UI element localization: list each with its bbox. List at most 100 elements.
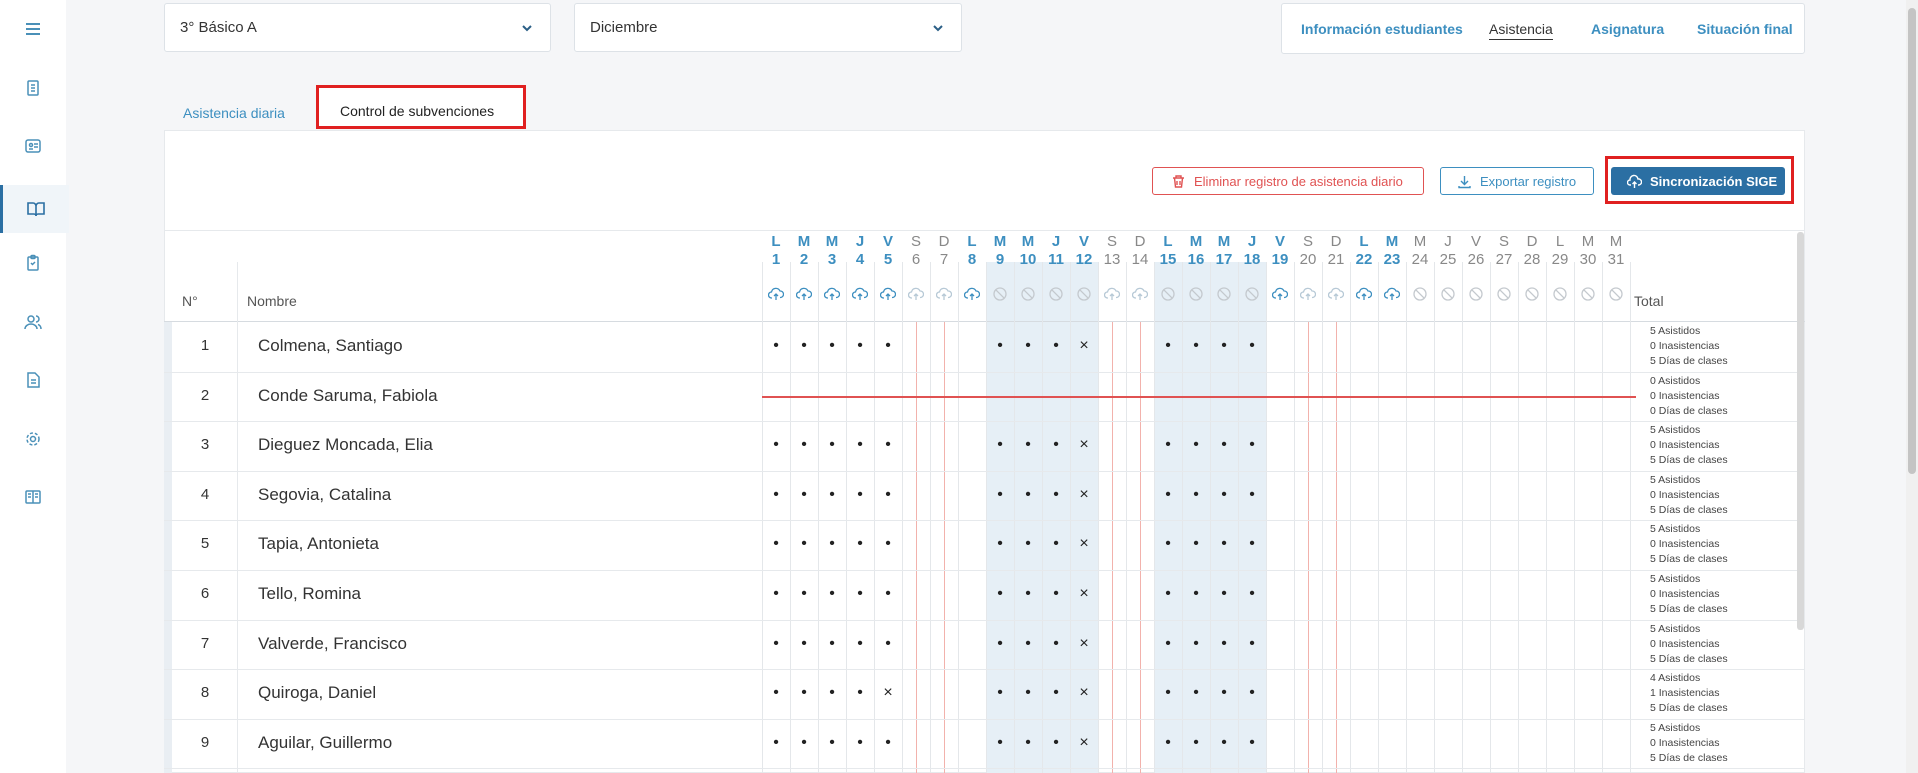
present-mark: • (1053, 486, 1059, 503)
month-select-value: Diciembre (590, 19, 658, 36)
blocked-icon (1609, 287, 1623, 301)
delete-record-button[interactable]: Eliminar registro de asistencia diario (1152, 167, 1424, 195)
present-mark: • (997, 535, 1003, 552)
day-column-border (1322, 262, 1323, 773)
row-total-line: 0 Inasistencias (1650, 439, 1720, 451)
day-header-letter: S (1106, 233, 1117, 250)
present-mark: • (801, 635, 807, 652)
day-header-letter: L (1555, 233, 1565, 250)
row-number: 4 (200, 486, 210, 503)
blocked-icon (1441, 287, 1455, 301)
day-column-border (1630, 262, 1631, 773)
cloud-upload-icon[interactable] (852, 286, 868, 302)
cloud-upload-icon[interactable] (824, 286, 840, 302)
nav-situacion-final[interactable]: Situación final (1697, 21, 1793, 37)
course-select[interactable]: 3° Básico A (164, 3, 551, 52)
cloud-upload-icon (1104, 287, 1120, 300)
sidebar-item-id-card[interactable] (0, 126, 66, 166)
nav-informacion-estudiantes[interactable]: Información estudiantes (1301, 21, 1463, 37)
day-column-border (1462, 262, 1463, 773)
day-header-letter: M (1189, 233, 1203, 250)
present-mark: • (1249, 436, 1255, 453)
sidebar-item-book-open[interactable] (0, 185, 69, 233)
sidebar-item-clipboard-check[interactable] (0, 243, 66, 283)
student-name: Tello, Romina (258, 584, 361, 603)
present-mark: • (885, 585, 891, 602)
withdrawn-strike-line (762, 396, 1636, 398)
clipboard-icon (27, 80, 39, 96)
present-mark: • (1249, 486, 1255, 503)
day-column-border (1546, 262, 1547, 773)
sidebar-item-clipboard[interactable] (0, 68, 66, 108)
present-mark: • (997, 585, 1003, 602)
sidebar-item-users[interactable] (0, 302, 66, 342)
present-mark: • (801, 337, 807, 354)
nav-asistencia[interactable]: Asistencia (1489, 21, 1553, 40)
present-mark: • (801, 585, 807, 602)
present-mark: • (1193, 734, 1199, 751)
cloud-upload-icon[interactable] (796, 286, 812, 302)
row-separator (164, 372, 1805, 373)
cloud-upload-icon[interactable] (768, 286, 784, 302)
present-mark: • (1025, 734, 1031, 751)
tab-asistencia-diaria[interactable]: Asistencia diaria (183, 105, 285, 121)
present-mark: • (997, 734, 1003, 751)
present-mark: • (1165, 734, 1171, 751)
sidebar-item-settings[interactable] (0, 419, 66, 459)
tab-control-subvenciones[interactable]: Control de subvenciones (316, 86, 525, 128)
blocked-icon (1497, 287, 1511, 301)
table-scrollbar[interactable] (1797, 232, 1804, 630)
cloud-upload-icon (1300, 287, 1316, 300)
present-mark: • (1165, 635, 1171, 652)
cloud-upload-icon[interactable] (1384, 286, 1400, 302)
day-column-border (1126, 262, 1127, 773)
cloud-upload-icon[interactable] (1272, 286, 1288, 302)
day-header-number: 16 (1187, 251, 1205, 268)
blocked-icon (1553, 287, 1567, 301)
present-mark: • (829, 734, 835, 751)
menu-icon (26, 23, 40, 35)
cloud-upload-icon[interactable] (964, 286, 980, 302)
row-total-line: 0 Inasistencias (1650, 489, 1720, 501)
sidebar-item-book[interactable] (0, 477, 66, 517)
sidebar-item-document[interactable] (0, 360, 66, 400)
present-mark: • (773, 585, 779, 602)
present-mark: • (1025, 535, 1031, 552)
row-total-line: 5 Asistidos (1650, 523, 1701, 535)
present-mark: • (1221, 436, 1227, 453)
day-column-border (902, 262, 903, 773)
day-column-border (1518, 262, 1519, 773)
student-name: Conde Saruma, Fabiola (258, 386, 438, 405)
day-header-letter: M (1021, 233, 1035, 250)
day-header-letter: S (910, 233, 921, 250)
month-select[interactable]: Diciembre (574, 3, 962, 52)
blocked-icon (1077, 287, 1091, 301)
day-header-number: 3 (827, 251, 837, 268)
cloud-upload-icon[interactable] (1356, 286, 1372, 302)
day-header-letter: J (855, 233, 865, 250)
blocked-icon (1021, 287, 1035, 301)
nav-asignatura[interactable]: Asignatura (1591, 21, 1664, 37)
present-mark: • (885, 635, 891, 652)
absent-mark: × (1079, 486, 1089, 503)
col-header-name: Nombre (247, 293, 297, 309)
row-total-line: 0 Inasistencias (1650, 588, 1720, 600)
row-total-line: 0 Inasistencias (1650, 737, 1720, 749)
cloud-upload-icon[interactable] (880, 286, 896, 302)
row-separator (164, 421, 1805, 422)
sync-sige-button[interactable]: Sincronización SIGE (1611, 167, 1785, 195)
id-card-icon (25, 139, 41, 153)
day-header-letter: V (1274, 233, 1285, 250)
absent-mark: × (1079, 436, 1089, 453)
day-header-letter: D (1134, 233, 1146, 250)
day-header-number: 9 (995, 251, 1005, 268)
menu-button[interactable] (0, 9, 66, 49)
day-header-number: 11 (1048, 251, 1064, 268)
row-separator (164, 669, 1805, 670)
present-mark: • (997, 436, 1003, 453)
day-header-number: 20 (1299, 251, 1317, 268)
day-header-letter: M (1217, 233, 1231, 250)
blocked-icon (1525, 287, 1539, 301)
export-record-button[interactable]: Exportar registro (1440, 167, 1594, 195)
page-scrollbar-thumb[interactable] (1908, 8, 1916, 474)
